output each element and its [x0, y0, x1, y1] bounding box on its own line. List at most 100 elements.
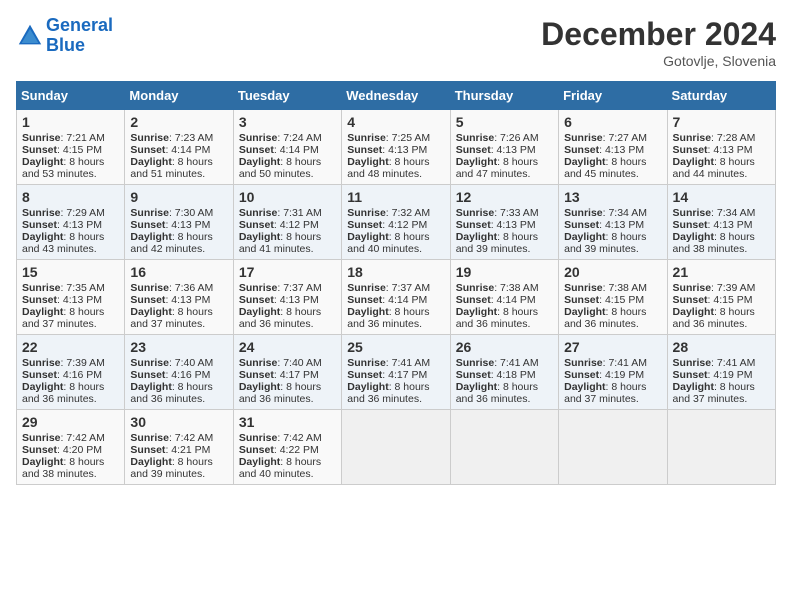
calendar-cell: 27Sunrise: 7:41 AMSunset: 4:19 PMDayligh… [559, 335, 667, 410]
cell-info-line: Sunset: 4:13 PM [673, 219, 770, 231]
calendar-header-row: SundayMondayTuesdayWednesdayThursdayFrid… [17, 82, 776, 110]
calendar-week-row: 22Sunrise: 7:39 AMSunset: 4:16 PMDayligh… [17, 335, 776, 410]
cell-info-line: Daylight: 8 hours and 39 minutes. [564, 231, 661, 255]
cell-info-line: Sunset: 4:21 PM [130, 444, 227, 456]
calendar-cell: 11 Sunrise: 7:32 AMSunset: 4:12 PMDayligh… [342, 185, 450, 260]
day-number: 12 [456, 189, 553, 205]
cell-info-line: Daylight: 8 hours and 40 minutes. [347, 231, 444, 255]
cell-info-line: Sunrise: 7:21 AM [22, 132, 119, 144]
cell-info-line: Sunrise: 7:37 AM [347, 282, 444, 294]
col-header-friday: Friday [559, 82, 667, 110]
cell-info-line: Sunset: 4:13 PM [456, 219, 553, 231]
cell-info-line: Sunrise: 7:42 AM [239, 432, 336, 444]
day-number: 2 [130, 114, 227, 130]
calendar-cell: 26Sunrise: 7:41 AMSunset: 4:18 PMDayligh… [450, 335, 558, 410]
calendar-cell: 22 Sunrise: 7:39 AMSunset: 4:16 PMDayligh… [17, 335, 125, 410]
calendar-week-row: 15Sunrise: 7:35 AMSunset: 4:13 PMDayligh… [17, 260, 776, 335]
cell-info-line: Sunrise: 7:40 AM [130, 357, 227, 369]
cell-info-line: Sunrise: 7:34 AM [673, 207, 770, 219]
calendar-week-row: 8Sunrise: 7:29 AMSunset: 4:13 PMDaylight… [17, 185, 776, 260]
cell-info-line: Sunrise: 7:32 AM [347, 207, 444, 219]
cell-info-line: Daylight: 8 hours and 36 minutes. [456, 381, 553, 405]
cell-info-line: Daylight: 8 hours and 36 minutes. [239, 381, 336, 405]
cell-info-line: Sunset: 4:14 PM [130, 144, 227, 156]
calendar-cell [342, 410, 450, 485]
location: Gotovlje, Slovenia [541, 53, 776, 69]
cell-info-line: Sunrise: 7:26 AM [456, 132, 553, 144]
cell-info-line: Sunset: 4:13 PM [347, 144, 444, 156]
cell-info-line: Daylight: 8 hours and 38 minutes. [673, 231, 770, 255]
cell-info-line: Sunrise: 7:42 AM [22, 432, 119, 444]
cell-info-line: Sunset: 4:16 PM [22, 369, 119, 381]
day-number: 22 [22, 339, 119, 355]
cell-info-line: Daylight: 8 hours and 39 minutes. [130, 456, 227, 480]
cell-info-line: Daylight: 8 hours and 44 minutes. [673, 156, 770, 180]
cell-info-line: Sunrise: 7:30 AM [130, 207, 227, 219]
day-number: 8 [22, 189, 119, 205]
calendar-cell: 29Sunrise: 7:42 AMSunset: 4:20 PMDayligh… [17, 410, 125, 485]
title-block: December 2024 Gotovlje, Slovenia [541, 16, 776, 69]
cell-info-line: Daylight: 8 hours and 36 minutes. [347, 381, 444, 405]
day-number: 26 [456, 339, 553, 355]
day-number: 25 [347, 339, 444, 355]
cell-info-line: Sunset: 4:13 PM [564, 219, 661, 231]
cell-info-line: Daylight: 8 hours and 36 minutes. [22, 381, 119, 405]
cell-info-line: Sunrise: 7:41 AM [673, 357, 770, 369]
cell-info-line: Sunset: 4:15 PM [564, 294, 661, 306]
calendar-cell: 8Sunrise: 7:29 AMSunset: 4:13 PMDaylight… [17, 185, 125, 260]
calendar-cell: 5 Sunrise: 7:26 AMSunset: 4:13 PMDaylight… [450, 110, 558, 185]
cell-info-line: Sunset: 4:16 PM [130, 369, 227, 381]
calendar-cell: 16Sunrise: 7:36 AMSunset: 4:13 PMDayligh… [125, 260, 233, 335]
cell-info-line: Sunset: 4:17 PM [239, 369, 336, 381]
cell-info-line: Daylight: 8 hours and 48 minutes. [347, 156, 444, 180]
cell-info-line: Sunset: 4:13 PM [456, 144, 553, 156]
calendar-cell: 14 Sunrise: 7:34 AMSunset: 4:13 PMDayligh… [667, 185, 775, 260]
day-number: 11 [347, 189, 444, 205]
cell-info-line: Sunset: 4:18 PM [456, 369, 553, 381]
calendar-cell: 13 Sunrise: 7:34 AMSunset: 4:13 PMDayligh… [559, 185, 667, 260]
cell-info-line: Daylight: 8 hours and 36 minutes. [347, 306, 444, 330]
day-number: 5 [456, 114, 553, 130]
cell-info-line: Sunset: 4:14 PM [456, 294, 553, 306]
day-number: 14 [673, 189, 770, 205]
cell-info-line: Sunrise: 7:24 AM [239, 132, 336, 144]
cell-info-line: Daylight: 8 hours and 51 minutes. [130, 156, 227, 180]
day-number: 23 [130, 339, 227, 355]
col-header-saturday: Saturday [667, 82, 775, 110]
cell-info-line: Sunrise: 7:36 AM [130, 282, 227, 294]
cell-info-line: Daylight: 8 hours and 47 minutes. [456, 156, 553, 180]
calendar-cell: 25Sunrise: 7:41 AMSunset: 4:17 PMDayligh… [342, 335, 450, 410]
calendar-cell: 24Sunrise: 7:40 AMSunset: 4:17 PMDayligh… [233, 335, 341, 410]
cell-info-line: Sunrise: 7:25 AM [347, 132, 444, 144]
cell-info-line: Sunrise: 7:38 AM [456, 282, 553, 294]
cell-info-line: Sunrise: 7:41 AM [347, 357, 444, 369]
calendar-cell: 17Sunrise: 7:37 AMSunset: 4:13 PMDayligh… [233, 260, 341, 335]
day-number: 15 [22, 264, 119, 280]
cell-info-line: Sunrise: 7:39 AM [22, 357, 119, 369]
cell-info-line: Sunset: 4:13 PM [130, 294, 227, 306]
day-number: 3 [239, 114, 336, 130]
calendar-cell: 18Sunrise: 7:37 AMSunset: 4:14 PMDayligh… [342, 260, 450, 335]
col-header-monday: Monday [125, 82, 233, 110]
cell-info-line: Sunrise: 7:38 AM [564, 282, 661, 294]
cell-info-line: Sunrise: 7:34 AM [564, 207, 661, 219]
cell-info-line: Sunset: 4:12 PM [347, 219, 444, 231]
calendar-cell: 1Sunrise: 7:21 AMSunset: 4:15 PMDaylight… [17, 110, 125, 185]
day-number: 29 [22, 414, 119, 430]
cell-info-line: Sunset: 4:13 PM [22, 219, 119, 231]
calendar-table: SundayMondayTuesdayWednesdayThursdayFrid… [16, 81, 776, 485]
day-number: 7 [673, 114, 770, 130]
calendar-week-row: 29Sunrise: 7:42 AMSunset: 4:20 PMDayligh… [17, 410, 776, 485]
calendar-week-row: 1 Sunrise: 7:21 AMSunset: 4:15 PM Daylight… [17, 110, 776, 185]
cell-info-line: Sunset: 4:15 PM [673, 294, 770, 306]
cell-info-line: Sunset: 4:22 PM [239, 444, 336, 456]
day-number: 13 [564, 189, 661, 205]
cell-info-line: Daylight: 8 hours and 36 minutes. [239, 306, 336, 330]
cell-info-line: Sunrise: 7:33 AM [456, 207, 553, 219]
cell-info-line: Daylight: 8 hours and 43 minutes. [22, 231, 119, 255]
cell-info-line: Daylight: 8 hours and 36 minutes. [456, 306, 553, 330]
day-number: 1 [22, 114, 119, 130]
day-number: 16 [130, 264, 227, 280]
cell-info-line: Sunset: 4:15 PM [22, 144, 119, 156]
calendar-cell: 9Sunrise: 7:30 AMSunset: 4:13 PMDaylight… [125, 185, 233, 260]
